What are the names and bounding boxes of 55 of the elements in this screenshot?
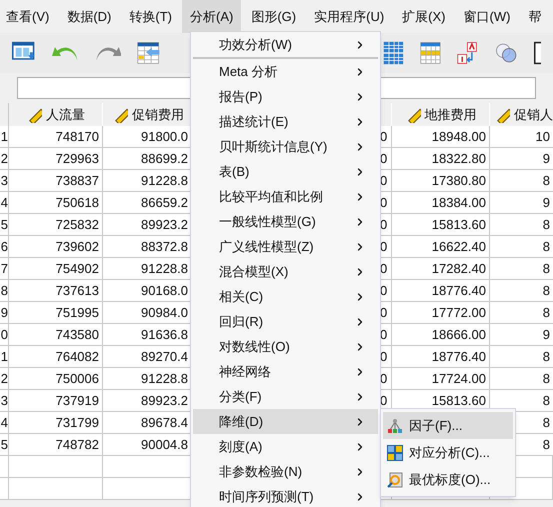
table-cell: 91228.8 xyxy=(103,258,193,280)
table-cell: 9 xyxy=(490,324,553,346)
table-cell: 18384.00 xyxy=(392,192,490,214)
table-cell: 88699.2 xyxy=(103,148,193,170)
table-cell: 18666.00 xyxy=(392,324,490,346)
table-cell: 8 xyxy=(490,214,553,236)
table-cell: 9 xyxy=(490,192,553,214)
table-cell: 748170 xyxy=(9,126,103,148)
table-cell: 15813.60 xyxy=(392,214,490,236)
table-cell: 86659.2 xyxy=(103,192,193,214)
table-cell: 8 xyxy=(490,346,553,368)
table-cell: 8 xyxy=(490,236,553,258)
table-cell: 754902 xyxy=(9,258,103,280)
table-cell: 90984.0 xyxy=(103,302,193,324)
table-cell: 18948.00 xyxy=(392,126,490,148)
table-cell: 725832 xyxy=(9,214,103,236)
table-cell: 18776.40 xyxy=(392,346,490,368)
table-cell: 9 xyxy=(490,148,553,170)
table-cell: 8 xyxy=(490,390,553,412)
table-cell: 91800.0 xyxy=(103,126,193,148)
table-cell: 17724.00 xyxy=(392,368,490,390)
table-cell: 739602 xyxy=(9,236,103,258)
table-cell: 743580 xyxy=(9,324,103,346)
table-cell: 89678.4 xyxy=(103,412,193,434)
table-cell: 18776.40 xyxy=(392,280,490,302)
table-cell: 8 xyxy=(490,368,553,390)
table-cell: 748782 xyxy=(9,434,103,456)
table-cell: 750006 xyxy=(9,368,103,390)
table-cell: 751995 xyxy=(9,302,103,324)
table-cell: 16622.40 xyxy=(392,236,490,258)
table-cell: 17380.80 xyxy=(392,170,490,192)
table-cell: 88372.8 xyxy=(103,236,193,258)
table-cell: 737919 xyxy=(9,390,103,412)
table-cell: 89923.2 xyxy=(103,390,193,412)
table-cell: 17282.40 xyxy=(392,258,490,280)
table-cell: 8 xyxy=(490,280,553,302)
table-cell: 89270.4 xyxy=(103,346,193,368)
table-cell: 729963 xyxy=(9,148,103,170)
table-cell: 764082 xyxy=(9,346,103,368)
table-cell: 8 xyxy=(490,170,553,192)
table-cell: 750618 xyxy=(9,192,103,214)
table-cell: 18322.80 xyxy=(392,148,490,170)
table-cell: 89923.2 xyxy=(103,214,193,236)
table-cell: 90004.8 xyxy=(103,434,193,456)
table-cell: 17772.00 xyxy=(392,302,490,324)
table-cell: 91228.8 xyxy=(103,170,193,192)
table-cell: 737613 xyxy=(9,280,103,302)
table-cell: 738837 xyxy=(9,170,103,192)
table-cell: 10 xyxy=(490,126,553,148)
table-cell: 90168.0 xyxy=(103,280,193,302)
table-cell: 91636.8 xyxy=(103,324,193,346)
table-cell: 91228.8 xyxy=(103,368,193,390)
table-cell: 8 xyxy=(490,302,553,324)
table-cell: 8 xyxy=(490,258,553,280)
table-cell: 731799 xyxy=(9,412,103,434)
